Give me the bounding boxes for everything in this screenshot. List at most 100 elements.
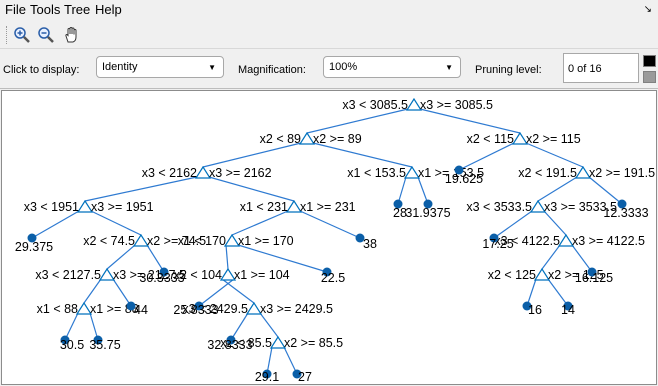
split-node-icon[interactable] — [557, 233, 575, 247]
split-node-icon[interactable] — [403, 165, 421, 179]
split-rule-left: x2 < 74.5 — [83, 234, 135, 248]
split-node-icon[interactable] — [405, 97, 423, 111]
split-node-icon[interactable] — [98, 267, 116, 281]
leaf-value: 17.25 — [482, 237, 513, 251]
leaf-value: 29.1 — [255, 370, 279, 384]
display-select[interactable]: Identity ▼ — [96, 56, 224, 78]
leaf-value: 22.5 — [321, 271, 345, 285]
leaf-value: 25.8333 — [173, 303, 218, 317]
tree-edge — [202, 142, 302, 168]
split-rule-left: x3 < 2162 — [142, 166, 197, 180]
split-rule-right: x3 >= 2429.5 — [260, 302, 333, 316]
menu-help[interactable]: Help — [95, 2, 122, 17]
tree-edge — [31, 210, 80, 239]
magnification-select-value: 100% — [329, 61, 358, 73]
split-rule-right: x3 >= 3085.5 — [420, 98, 493, 112]
leaf-value: 27 — [298, 370, 312, 384]
split-node-icon[interactable] — [269, 335, 287, 349]
prune-more-button[interactable] — [643, 55, 656, 67]
dock-arrow-icon[interactable]: ↘ — [644, 4, 652, 15]
split-node-icon[interactable] — [511, 131, 529, 145]
tree-edge — [543, 210, 567, 236]
split-node-icon[interactable] — [533, 267, 551, 281]
split-rule-left: x3 < 2127.5 — [35, 268, 101, 282]
leaf-value: 12.3333 — [603, 206, 648, 220]
split-node-icon[interactable] — [245, 301, 263, 315]
leaf-value: 19.625 — [445, 172, 483, 186]
tree-edge — [525, 142, 584, 168]
split-rule-left: x3 < 3533.5 — [466, 200, 532, 214]
split-node-icon[interactable] — [219, 267, 237, 281]
leaf-value: 35.75 — [89, 338, 120, 352]
split-node-icon[interactable] — [223, 233, 241, 247]
menu-bar: File Tools Tree Help ↘ — [0, 0, 658, 20]
menu-tools[interactable]: Tools — [30, 2, 60, 17]
menu-file[interactable]: File — [5, 2, 26, 17]
leaf-value: 14 — [561, 303, 575, 317]
display-select-value: Identity — [102, 61, 138, 73]
tree-edge — [419, 108, 521, 134]
split-rule-left: x1 < 170 — [178, 234, 226, 248]
split-rule-left: x1 < 88 — [37, 302, 78, 316]
split-node-icon[interactable] — [285, 199, 303, 213]
split-rule-right: x2 >= 115 — [526, 132, 581, 146]
split-node-icon[interactable] — [194, 165, 212, 179]
pruning-level-field[interactable]: 0 of 16 — [563, 53, 639, 83]
split-rule-left: x2 < 115 — [467, 132, 514, 146]
split-node-icon[interactable] — [529, 199, 547, 213]
split-rule-right: x3 >= 2162 — [209, 166, 272, 180]
pan-hand-icon[interactable] — [62, 25, 82, 45]
split-rule-right: x2 >= 191.5 — [589, 166, 655, 180]
split-rule-left: x3 < 1951 — [24, 200, 79, 214]
split-node-icon[interactable] — [76, 199, 94, 213]
split-node-icon[interactable] — [574, 165, 592, 179]
split-node-icon[interactable] — [298, 131, 316, 145]
magnification-label: Magnification: — [238, 64, 306, 76]
tree-edge — [547, 278, 569, 307]
zoom-out-icon[interactable] — [36, 25, 56, 45]
tree-edge — [259, 312, 279, 338]
split-rule-left: x2 < 125 — [488, 268, 536, 282]
tree-edge — [83, 278, 102, 304]
split-rule-left: x1 < 231 — [240, 200, 288, 214]
chevron-down-icon: ▼ — [208, 63, 216, 72]
split-rule-right: x2 >= 85.5 — [284, 336, 343, 350]
chevron-down-icon: ▼ — [445, 63, 453, 72]
leaf-value: 31.9375 — [405, 206, 450, 220]
leaf-value: 16 — [528, 303, 542, 317]
split-node-icon[interactable] — [132, 233, 150, 247]
leaf-value: 29.375 — [15, 240, 53, 254]
zoom-in-icon[interactable] — [12, 25, 32, 45]
split-rule-left: x2 < 89 — [260, 132, 301, 146]
leaf-value: 38 — [363, 237, 377, 251]
menu-tree[interactable]: Tree — [64, 2, 90, 17]
tree-diagram: x3 < 3085.5 x3 >= 3085.5 x2 < 89 x2 >= 89 x2… — [15, 97, 655, 384]
tree-edge — [231, 210, 289, 236]
tree-edge — [299, 210, 361, 239]
leaf-value: 30.5 — [60, 338, 84, 352]
click-to-display-label: Click to display: — [3, 64, 80, 76]
tree-edge — [312, 142, 413, 168]
tree-edge — [306, 108, 409, 134]
split-rule-right: x2 >= 89 — [313, 132, 362, 146]
tree-edge — [208, 176, 295, 202]
split-rule-right: x1 >= 231 — [300, 200, 356, 214]
leaf-value: 32.8333 — [207, 338, 252, 352]
pruning-level-value: 0 of 16 — [568, 63, 602, 75]
split-rule-right: x1 >= 104 — [234, 268, 290, 282]
tree-edge — [84, 176, 198, 202]
split-node-icon[interactable] — [75, 301, 93, 315]
leaf-value: 30.3333 — [139, 271, 184, 285]
split-rule-right: x3 >= 4122.5 — [572, 234, 645, 248]
leaf-value: 16.125 — [575, 271, 613, 285]
tree-edge — [537, 176, 578, 202]
prune-less-button[interactable] — [643, 71, 656, 83]
tree-edge — [225, 244, 229, 270]
tree-edge — [106, 244, 136, 270]
leaf-value: 44 — [134, 303, 148, 317]
controls-panel: Click to display: Identity ▼ Magnificati… — [0, 50, 658, 89]
magnification-select[interactable]: 100% ▼ — [323, 56, 461, 78]
pruning-level-label: Pruning level: — [475, 64, 542, 76]
tree-canvas: x3 < 3085.5 x3 >= 3085.5 x2 < 89 x2 >= 89 x2… — [1, 90, 657, 385]
split-rule-left: x3 < 3085.5 — [342, 98, 408, 112]
